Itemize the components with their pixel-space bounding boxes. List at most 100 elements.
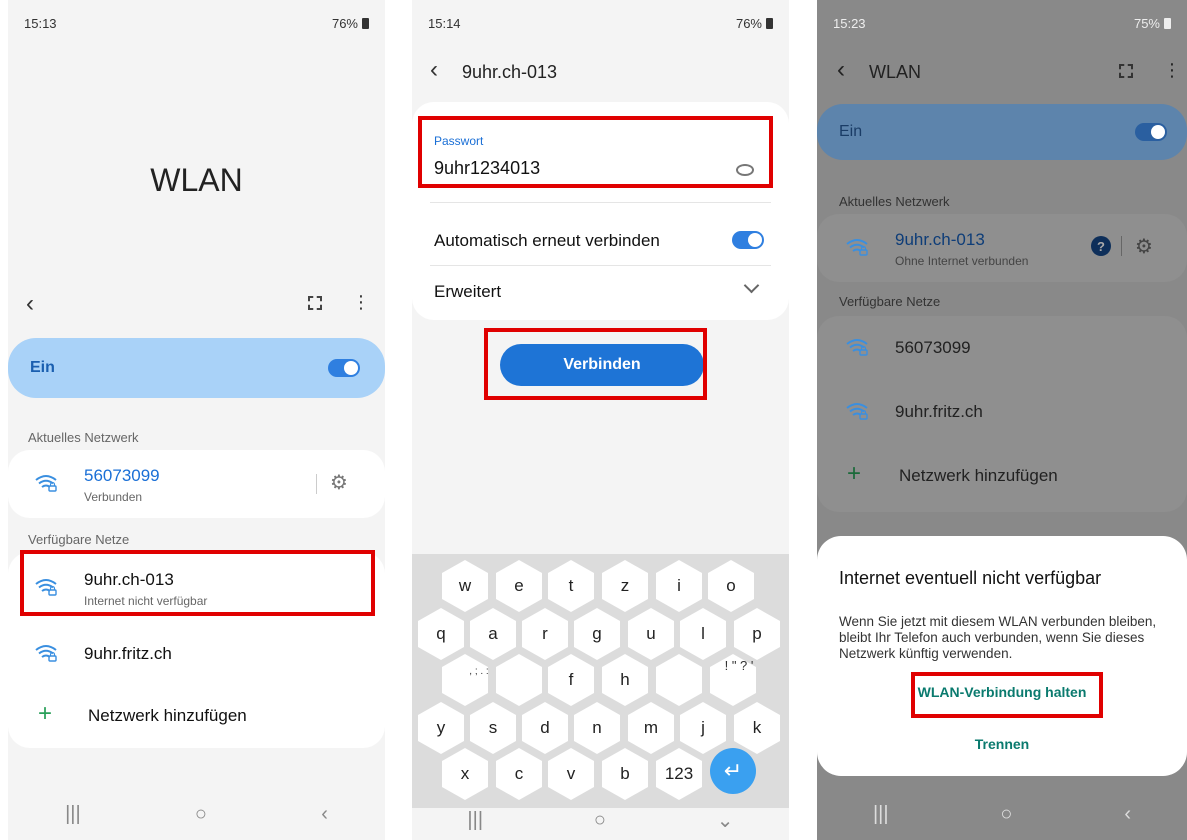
keyboard-key-o[interactable]: o bbox=[709, 564, 753, 608]
keyboard-key-x[interactable]: x bbox=[443, 752, 487, 796]
keyboard-key-blank bbox=[442, 654, 488, 706]
keyboard-key-r[interactable]: r bbox=[523, 612, 567, 656]
nav-back-icon[interactable]: ‹ bbox=[1124, 803, 1131, 826]
chevron-down-icon[interactable] bbox=[743, 277, 760, 294]
available-header: Verfügbare Netze bbox=[839, 294, 941, 309]
punct-right-key[interactable]: ! " ? ' bbox=[724, 658, 754, 673]
network-ssid: 9uhr.fritz.ch bbox=[895, 402, 983, 421]
qr-code-icon[interactable] bbox=[308, 296, 322, 310]
keyboard-key-j[interactable]: j bbox=[681, 706, 725, 750]
keyboard-key-k[interactable]: k bbox=[735, 706, 779, 750]
current-network-card[interactable]: 9uhr.ch-013 Ohne Internet verbunden ? ⚙ bbox=[817, 214, 1187, 282]
status-battery: 76% bbox=[735, 16, 762, 31]
punct-left-key[interactable]: , ; . : bbox=[464, 666, 494, 677]
keyboard-key-b[interactable]: b bbox=[603, 752, 647, 796]
keyboard-key-123[interactable]: 123 bbox=[657, 752, 701, 796]
plus-icon: + bbox=[38, 700, 53, 727]
page-title: 9uhr.ch-013 bbox=[462, 62, 558, 82]
status-bar: 15:14 76% bbox=[428, 16, 773, 31]
home-icon[interactable]: ○ bbox=[195, 803, 207, 826]
divider bbox=[316, 474, 317, 494]
nav-bar: ||| ○ ‹ bbox=[817, 788, 1187, 840]
wlan-toggle-row[interactable]: Ein bbox=[8, 338, 385, 398]
highlight-box bbox=[911, 672, 1103, 718]
current-ssid: 9uhr.ch-013 bbox=[895, 230, 985, 249]
home-icon[interactable]: ○ bbox=[594, 809, 606, 832]
keyboard-key-v[interactable]: v bbox=[549, 752, 593, 796]
status-battery: 75% bbox=[1133, 16, 1160, 31]
back-icon[interactable]: ‹ bbox=[26, 290, 34, 318]
page-title: WLAN bbox=[869, 62, 922, 82]
keyboard-key-d[interactable]: d bbox=[523, 706, 567, 750]
add-network-item[interactable]: + Netzwerk hinzufügen bbox=[8, 688, 385, 744]
back-icon[interactable]: ‹ bbox=[837, 56, 845, 84]
help-icon[interactable]: ? bbox=[1091, 236, 1111, 256]
keyboard-key-w[interactable]: w bbox=[443, 564, 487, 608]
nav-bar: ||| ○ ‹ bbox=[8, 788, 385, 840]
add-network-item[interactable]: + Netzwerk hinzufügen bbox=[817, 444, 1187, 504]
keyboard-key-p[interactable]: p bbox=[735, 612, 779, 656]
keyboard-key-f[interactable]: f bbox=[549, 658, 593, 702]
keyboard-key-h[interactable]: h bbox=[603, 658, 647, 702]
qr-code-icon[interactable] bbox=[1119, 64, 1133, 78]
recents-icon[interactable]: ||| bbox=[467, 809, 483, 832]
keyboard-key-n[interactable]: n bbox=[575, 706, 619, 750]
current-status: Verbunden bbox=[84, 490, 143, 504]
keyboard-key-i[interactable]: i bbox=[657, 564, 701, 608]
wlan-toggle[interactable] bbox=[1135, 123, 1167, 141]
disconnect-button[interactable]: Trennen bbox=[817, 736, 1187, 752]
on-label: Ein bbox=[30, 359, 55, 376]
highlight-box bbox=[484, 328, 707, 400]
wifi-lock-icon bbox=[845, 238, 869, 256]
chevron-down-icon[interactable]: ⌄ bbox=[717, 808, 734, 833]
plus-icon: + bbox=[847, 460, 862, 487]
nav-back-icon[interactable]: ‹ bbox=[321, 803, 328, 826]
highlight-box bbox=[418, 116, 773, 188]
more-icon[interactable]: ⋮ bbox=[1163, 60, 1181, 81]
list-item[interactable]: 9uhr.fritz.ch bbox=[817, 380, 1187, 442]
gear-icon[interactable]: ⚙ bbox=[330, 470, 348, 495]
enter-key[interactable]: ↵ bbox=[710, 748, 756, 794]
keyboard-key-z[interactable]: z bbox=[603, 564, 647, 608]
status-time: 15:14 bbox=[428, 16, 461, 31]
page-title: WLAN bbox=[150, 162, 243, 198]
wifi-lock-icon bbox=[845, 338, 869, 356]
more-icon[interactable]: ⋮ bbox=[352, 292, 370, 313]
status-time: 15:13 bbox=[24, 16, 57, 31]
available-header: Verfügbare Netze bbox=[28, 532, 130, 547]
keyboard-key-m[interactable]: m bbox=[629, 706, 673, 750]
current-network-card[interactable]: 56073099 Verbunden ⚙ bbox=[8, 450, 385, 518]
keyboard-key-g[interactable]: g bbox=[575, 612, 619, 656]
add-network-label: Netzwerk hinzufügen bbox=[88, 706, 247, 725]
keyboard-key-e[interactable]: e bbox=[497, 564, 541, 608]
back-icon[interactable]: ‹ bbox=[430, 56, 438, 84]
keyboard-key-c[interactable]: c bbox=[497, 752, 541, 796]
keyboard-key-l[interactable]: l bbox=[681, 612, 725, 656]
add-network-label: Netzwerk hinzufügen bbox=[899, 466, 1058, 485]
keyboard-key-y[interactable]: y bbox=[419, 706, 463, 750]
keyboard-key-u[interactable]: u bbox=[629, 612, 673, 656]
status-time: 15:23 bbox=[833, 16, 866, 31]
wlan-toggle-row[interactable]: Ein bbox=[817, 104, 1187, 160]
wifi-lock-icon bbox=[34, 474, 58, 492]
current-header: Aktuelles Netzwerk bbox=[28, 430, 139, 445]
highlight-box bbox=[20, 550, 375, 616]
keyboard-key-q[interactable]: q bbox=[419, 612, 463, 656]
wlan-toggle[interactable] bbox=[328, 359, 360, 377]
list-item[interactable]: 56073099 bbox=[817, 316, 1187, 378]
wifi-lock-icon bbox=[34, 644, 58, 662]
advanced-label[interactable]: Erweitert bbox=[434, 282, 501, 302]
recents-icon[interactable]: ||| bbox=[873, 803, 889, 826]
recents-icon[interactable]: ||| bbox=[65, 803, 81, 826]
status-battery: 76% bbox=[331, 16, 358, 31]
enter-icon: ↵ bbox=[723, 758, 743, 783]
keyboard-key-s[interactable]: s bbox=[471, 706, 515, 750]
gear-icon[interactable]: ⚙ bbox=[1135, 234, 1153, 259]
keyboard-key-blank bbox=[656, 654, 702, 706]
list-item[interactable]: 9uhr.fritz.ch bbox=[8, 624, 385, 686]
auto-reconnect-toggle[interactable] bbox=[732, 231, 764, 249]
keyboard-key-t[interactable]: t bbox=[549, 564, 593, 608]
keyboard-key-a[interactable]: a bbox=[471, 612, 515, 656]
home-icon[interactable]: ○ bbox=[1000, 803, 1012, 826]
dialog-body: Wenn Sie jetzt mit diesem WLAN verbunden… bbox=[839, 614, 1157, 661]
